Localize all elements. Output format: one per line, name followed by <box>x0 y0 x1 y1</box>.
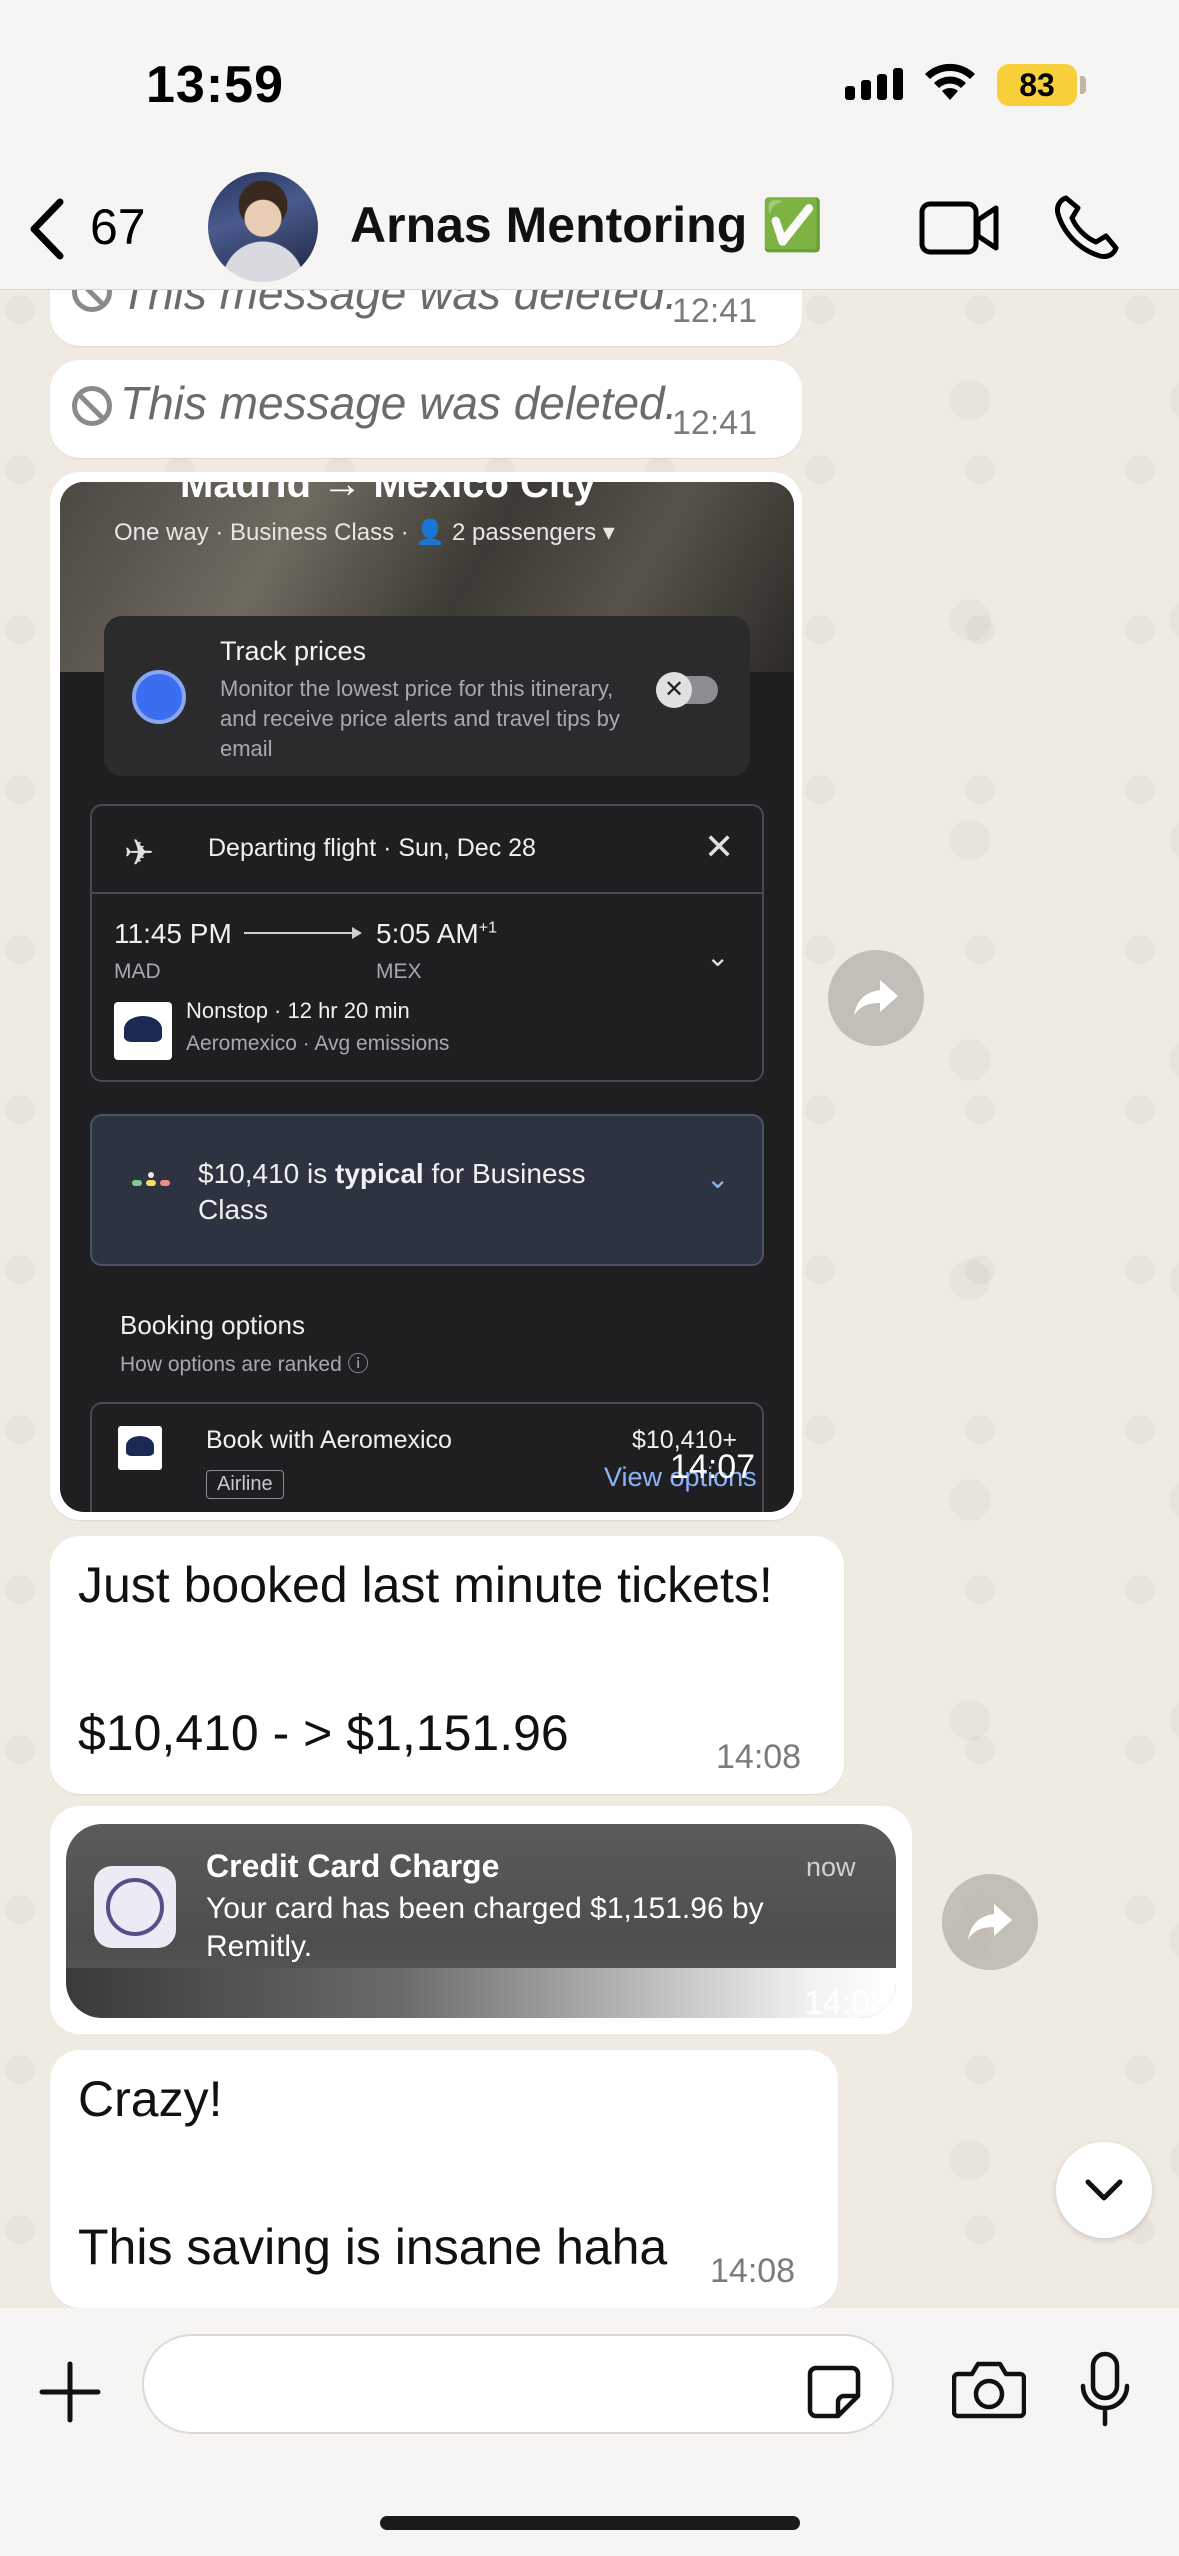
trend-icon <box>132 670 186 724</box>
plus-icon[interactable] <box>38 2360 102 2424</box>
trip-meta: One way · Business Class · 👤 2 passenger… <box>114 519 615 546</box>
camera-icon[interactable] <box>952 2358 1026 2420</box>
message-time: 14:08 <box>716 1738 802 1776</box>
wifi-icon <box>925 63 975 100</box>
status-time: 13:59 <box>146 56 284 114</box>
home-indicator <box>380 2516 800 2530</box>
battery-nub <box>1080 76 1086 94</box>
route-title: Madrid → Mexico City <box>180 482 596 506</box>
composer-bar <box>0 2308 1179 2556</box>
arrow-line <box>244 927 362 939</box>
aeromexico-logo <box>118 1426 162 1470</box>
track-prices-title: Track prices <box>220 636 367 666</box>
message-text: Just booked last minute tickets! $10,410… <box>78 1557 773 1761</box>
track-prices-desc: Monitor the lowest price for this itiner… <box>220 676 620 761</box>
flight-card-header: ✈ Departing flight · Sun, Dec 28 ✕ <box>92 806 762 894</box>
video-call-icon[interactable] <box>918 198 1002 258</box>
departure-time: 11:45 PM <box>114 918 232 949</box>
message-time: 14:08 <box>710 2252 796 2290</box>
departure-code: MAD <box>114 960 161 983</box>
phone-call-icon[interactable] <box>1052 192 1122 262</box>
arrival-time: 5:05 AM+1 <box>376 918 497 949</box>
flight-duration: Nonstop · 12 hr 20 min <box>186 998 410 1023</box>
sticker-icon[interactable] <box>806 2364 862 2420</box>
arrival-code: MEX <box>376 960 422 983</box>
remitly-app-icon <box>94 1866 176 1948</box>
notification-image-bubble[interactable]: Credit Card Charge now Your card has bee… <box>50 1806 912 2034</box>
book-with-label: Book with Aeromexico <box>206 1426 452 1454</box>
flight-screenshot-image[interactable]: Madrid → Mexico City One way · Business … <box>60 482 794 1512</box>
plane-icon: ✈ <box>124 832 155 873</box>
notification-title: Credit Card Charge <box>206 1848 500 1884</box>
booking-options-title: Booking options <box>120 1310 306 1340</box>
deleted-icon <box>72 386 112 426</box>
forward-icon <box>854 980 898 1016</box>
notification-body: Your card has been charged $1,151.96 by … <box>206 1892 764 1963</box>
message-time: 12:41 <box>672 292 758 330</box>
notification-when: now <box>806 1852 856 1882</box>
text-message-bubble[interactable]: Crazy! This saving is insane haha 14:08 <box>50 2050 838 2308</box>
price-insight-card: $10,410 is typical for Business Class ⌄ <box>90 1114 764 1266</box>
back-chevron-icon[interactable] <box>22 194 72 264</box>
forward-button[interactable] <box>828 950 924 1046</box>
message-text: Crazy! This saving is insane haha <box>78 2071 668 2275</box>
price-insight-text: $10,410 is typical for Business Class <box>198 1158 586 1225</box>
unread-count[interactable]: 67 <box>90 198 146 256</box>
chevron-down-icon: ⌄ <box>706 1163 730 1194</box>
deleted-message-bubble[interactable]: This message was deleted. 12:41 <box>50 360 802 458</box>
price-level-icon <box>132 1172 170 1186</box>
forward-button[interactable] <box>942 1874 1038 1970</box>
toggle-x-icon: ✕ <box>656 672 692 708</box>
flight-header-text: Departing flight · Sun, Dec 28 <box>208 834 536 862</box>
chat-title[interactable]: Arnas Mentoring ✅ <box>350 196 823 255</box>
text-message-bubble[interactable]: Just booked last minute tickets! $10,410… <box>50 1536 844 1794</box>
book-option-card: Book with Aeromexico $10,410+ Airline Vi… <box>90 1402 764 1512</box>
aeromexico-logo <box>114 1002 172 1060</box>
message-time: 12:41 <box>672 404 758 442</box>
cellular-signal-icon <box>845 68 903 100</box>
deleted-message-text: This message was deleted. <box>120 377 678 429</box>
message-time: 14:08 <box>804 1984 890 2018</box>
microphone-icon[interactable] <box>1078 2350 1132 2430</box>
track-prices-toggle: ✕ <box>656 672 718 708</box>
track-prices-card: Track prices Monitor the lowest price fo… <box>104 616 750 776</box>
airline-emissions: Aeromexico · Avg emissions <box>186 1032 450 1055</box>
airline-tag: Airline <box>206 1470 284 1499</box>
battery-icon: 83 <box>997 64 1077 106</box>
booking-options-sub: How options are ranked ⓘ <box>120 1353 369 1376</box>
scroll-to-bottom-button[interactable] <box>1056 2142 1152 2238</box>
avatar[interactable] <box>208 172 318 282</box>
chevron-down-icon: ⌄ <box>706 941 730 972</box>
chat-header: 67 Arnas Mentoring ✅ <box>0 170 1179 290</box>
status-bar: 13:59 83 <box>0 0 1179 170</box>
message-time: 14:07 <box>670 1448 756 1486</box>
message-input[interactable] <box>142 2334 894 2434</box>
close-icon: ✕ <box>704 826 735 867</box>
image-edge <box>66 1968 896 2018</box>
departing-flight-card: ✈ Departing flight · Sun, Dec 28 ✕ 11:45… <box>90 804 764 1082</box>
forward-icon <box>968 1904 1012 1940</box>
notification-screenshot[interactable]: Credit Card Charge now Your card has bee… <box>66 1824 896 2018</box>
chevron-down-icon <box>1085 2179 1123 2201</box>
